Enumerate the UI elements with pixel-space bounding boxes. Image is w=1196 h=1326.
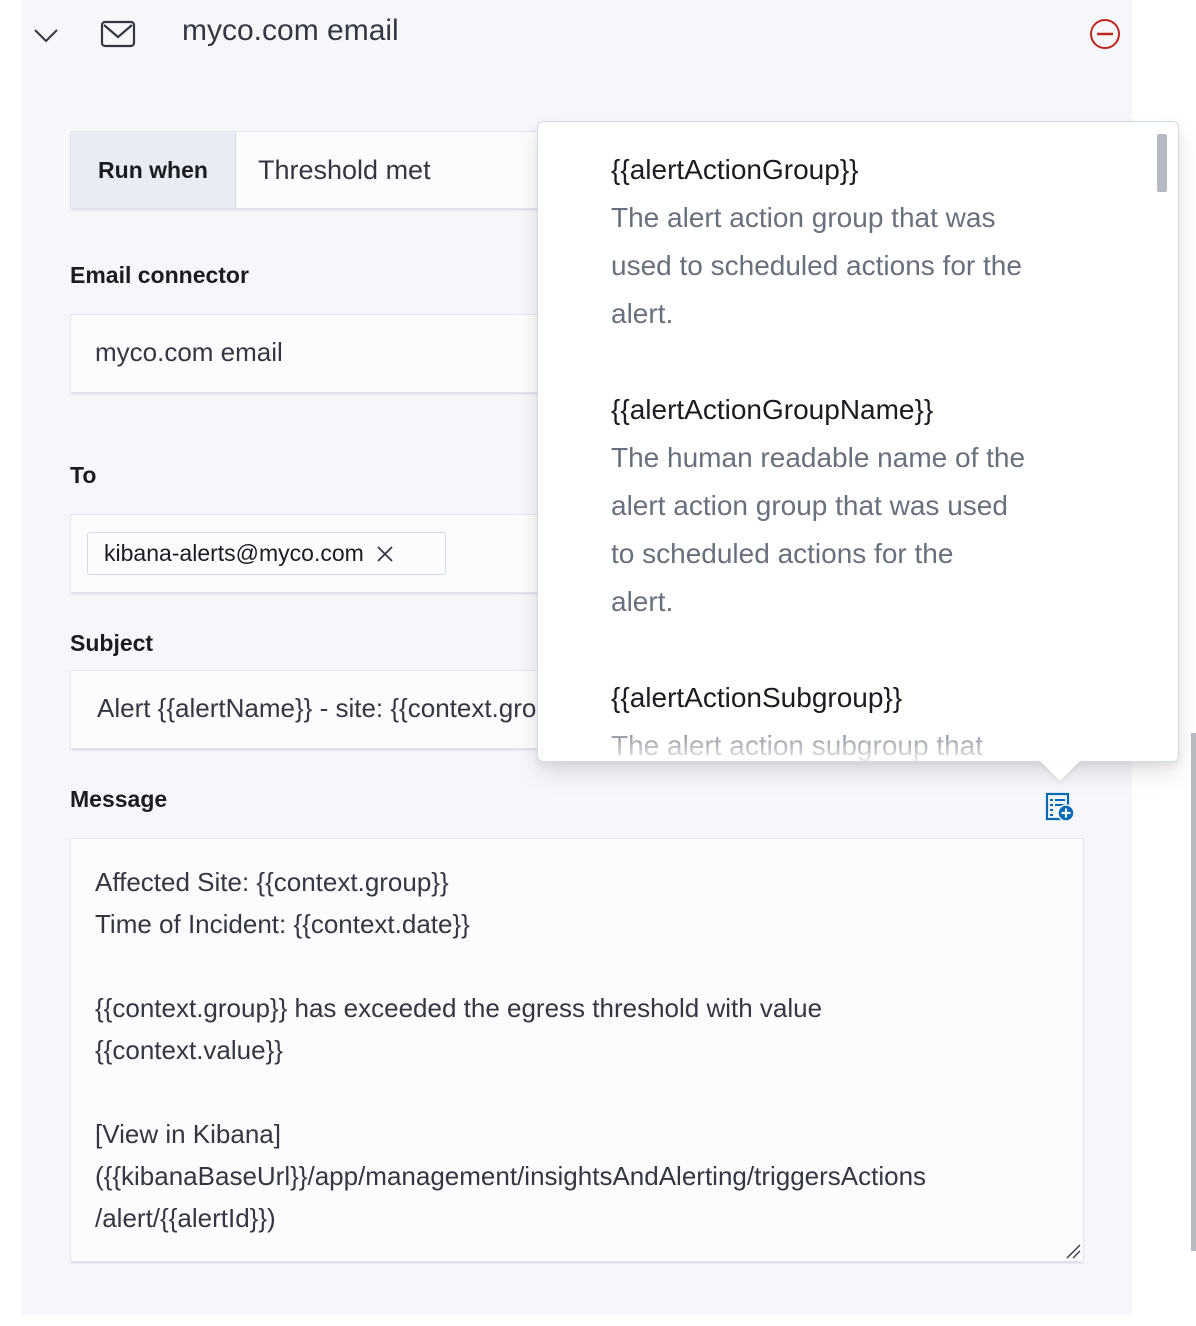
remove-action-icon[interactable] bbox=[1089, 18, 1121, 50]
variable-name: {{alertActionSubgroup}} bbox=[611, 682, 903, 713]
mail-icon bbox=[100, 20, 136, 48]
run-when-label: Run when bbox=[71, 132, 236, 208]
variable-option[interactable]: {{alertActionGroupName}} The human reada… bbox=[611, 386, 1131, 626]
variable-name: {{alertActionGroupName}} bbox=[611, 394, 934, 425]
cross-icon[interactable] bbox=[376, 545, 394, 563]
list-add-icon[interactable] bbox=[1045, 792, 1075, 822]
chevron-down-icon[interactable] bbox=[33, 22, 59, 48]
message-label: Message bbox=[70, 786, 168, 812]
resize-handle-icon[interactable] bbox=[1065, 1243, 1081, 1259]
message-line: Time of Incident: {{context.date}} bbox=[95, 909, 470, 939]
message-line: {{context.value}} bbox=[95, 1035, 283, 1065]
message-line: ({{kibanaBaseUrl}}/app/management/insigh… bbox=[95, 1161, 927, 1191]
recipient-email: kibana-alerts@myco.com bbox=[104, 540, 364, 566]
popover-arrow bbox=[1040, 761, 1080, 781]
variables-popover: {{alertActionGroup}} The alert action gr… bbox=[537, 121, 1179, 762]
variable-description: to scheduled actions for the bbox=[611, 538, 954, 569]
popover-scrollbar[interactable] bbox=[1157, 134, 1167, 192]
to-label: To bbox=[70, 462, 97, 488]
variable-description: used to scheduled actions for the bbox=[611, 250, 1022, 281]
message-line: [View in Kibana] bbox=[95, 1119, 281, 1149]
subject-label: Subject bbox=[70, 630, 154, 656]
email-connector-label: Email connector bbox=[70, 262, 249, 288]
variable-description: alert. bbox=[611, 298, 674, 329]
recipient-chip: kibana-alerts@myco.com bbox=[87, 532, 446, 575]
variable-description: alert action group that was used bbox=[611, 490, 1008, 521]
variable-description: alert. bbox=[611, 586, 674, 617]
action-header: myco.com email bbox=[22, 0, 1132, 70]
message-line: /alert/{{alertId}}) bbox=[95, 1203, 276, 1233]
variable-description: The human readable name of the bbox=[611, 442, 1026, 473]
email-connector-value: myco.com email bbox=[95, 337, 283, 367]
message-line: Affected Site: {{context.group}} bbox=[95, 867, 449, 897]
action-title: myco.com email bbox=[182, 14, 399, 47]
message-line: {{context.group}} has exceeded the egres… bbox=[95, 993, 823, 1023]
message-textarea[interactable]: Affected Site: {{context.group}} Time of… bbox=[70, 838, 1084, 1262]
scroll-fade bbox=[538, 721, 1178, 761]
variable-option[interactable]: {{alertActionGroup}} The alert action gr… bbox=[611, 146, 1131, 338]
page-scrollbar[interactable] bbox=[1191, 733, 1196, 1251]
variable-description: The alert action group that was bbox=[611, 202, 996, 233]
subject-value: Alert {{alertName}} - site: {{context.gr… bbox=[97, 693, 583, 723]
variable-name: {{alertActionGroup}} bbox=[611, 154, 859, 185]
